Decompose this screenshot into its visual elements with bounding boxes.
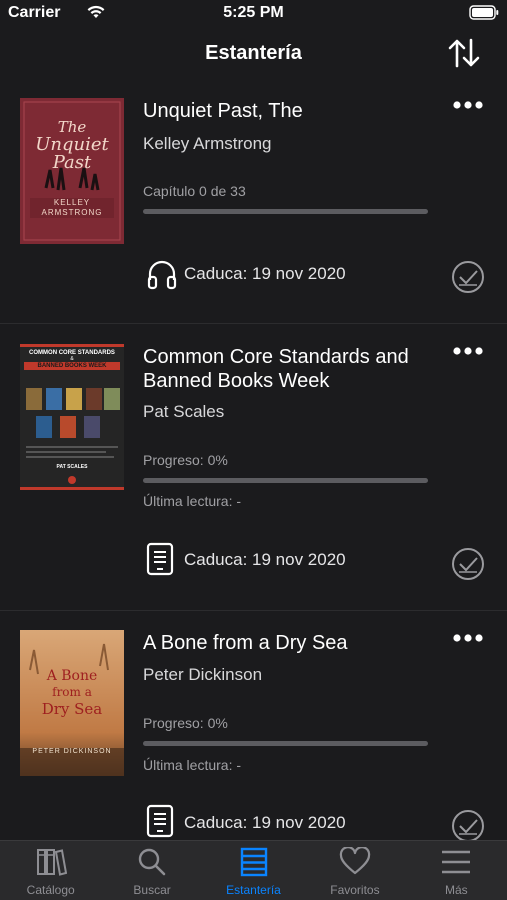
more-options-icon[interactable] (453, 633, 483, 643)
book-author: Kelley Armstrong (143, 134, 272, 153)
book-item[interactable]: The Unquiet Past KELLEY ARMSTRONG Unquie… (0, 80, 507, 324)
tab-mas[interactable]: Más (406, 841, 507, 900)
check-circle-icon[interactable] (451, 547, 485, 581)
progress-bar (143, 209, 428, 214)
cover-title-3: Dry Sea (41, 700, 103, 718)
more-options-icon[interactable] (453, 100, 483, 110)
last-read-label: Última lectura: - (143, 757, 242, 773)
search-icon (138, 848, 166, 876)
progress-label: Progreso: 0% (143, 452, 228, 468)
progress-label: Progreso: 0% (143, 715, 228, 731)
progress-label: Capítulo 0 de 33 (143, 183, 246, 199)
ebook-icon (146, 804, 174, 838)
expiry-date: Caduca: 19 nov 2020 (184, 550, 346, 569)
heart-icon (339, 847, 371, 875)
books-icon (36, 849, 67, 876)
page-title: Estantería (205, 42, 302, 64)
menu-icon (442, 850, 471, 874)
book-title[interactable]: Common Core Standards and Banned Books W… (143, 345, 433, 393)
book-author: Peter Dickinson (143, 665, 263, 684)
tab-label: Catálogo (26, 883, 75, 897)
book-cover[interactable]: The Unquiet Past KELLEY ARMSTRONG (20, 98, 124, 244)
cover-author: KELLEY (53, 198, 91, 207)
progress-bar (143, 741, 428, 746)
tab-buscar[interactable]: Buscar (101, 841, 202, 900)
more-options-icon[interactable] (453, 346, 483, 356)
book-title[interactable]: A Bone from a Dry Sea (143, 631, 433, 655)
cover-author: PETER DICKINSON (32, 748, 112, 755)
book-author: Pat Scales (143, 402, 225, 421)
cover-author-2: ARMSTRONG (41, 208, 103, 217)
last-read-label: Última lectura: - (143, 493, 242, 509)
cover-title-2: from a (52, 685, 92, 699)
tab-catalogo[interactable]: Catálogo (0, 841, 101, 900)
tab-label: Más (444, 883, 468, 897)
tab-label: Estantería (226, 883, 281, 897)
check-circle-icon[interactable] (451, 809, 485, 843)
cover-title-1: A Bone (46, 668, 98, 684)
battery-icon (469, 5, 499, 20)
book-cover[interactable]: A Bone from a Dry Sea PETER DICKINSON (20, 630, 124, 776)
nav-bar: Estantería (0, 28, 507, 78)
tab-label: Buscar (133, 883, 171, 897)
tab-label: Favoritos (330, 883, 380, 897)
cover-title-3: BANNED BOOKS WEEK (37, 363, 107, 369)
tab-favoritos[interactable]: Favoritos (304, 841, 405, 900)
book-cover[interactable]: COMMON CORE STANDARDS & BANNED BOOKS WEE… (20, 344, 124, 490)
check-circle-icon[interactable] (451, 260, 485, 294)
headphones-icon (147, 260, 177, 290)
cover-author: PAT SCALES (56, 464, 88, 470)
progress-bar (143, 478, 428, 483)
cover-title-2: & (70, 356, 74, 362)
book-item[interactable]: COMMON CORE STANDARDS & BANNED BOOKS WEE… (0, 324, 507, 611)
tab-bar: Catálogo Buscar Estantería Favoritos Más (0, 840, 507, 900)
tab-estanteria[interactable]: Estantería (203, 841, 304, 900)
sort-icon[interactable] (447, 37, 481, 69)
expiry-date: Caduca: 19 nov 2020 (184, 264, 346, 283)
book-title[interactable]: Unquiet Past, The (143, 99, 433, 123)
expiry-date: Caduca: 19 nov 2020 (184, 813, 346, 832)
book-item[interactable]: A Bone from a Dry Sea PETER DICKINSON A … (0, 611, 507, 843)
cover-title-3: Past (52, 152, 92, 173)
ebook-icon (146, 542, 174, 576)
shelf-icon (240, 847, 267, 877)
status-bar: Carrier 5:25 PM (0, 0, 507, 28)
clock-label: 5:25 PM (223, 4, 284, 21)
